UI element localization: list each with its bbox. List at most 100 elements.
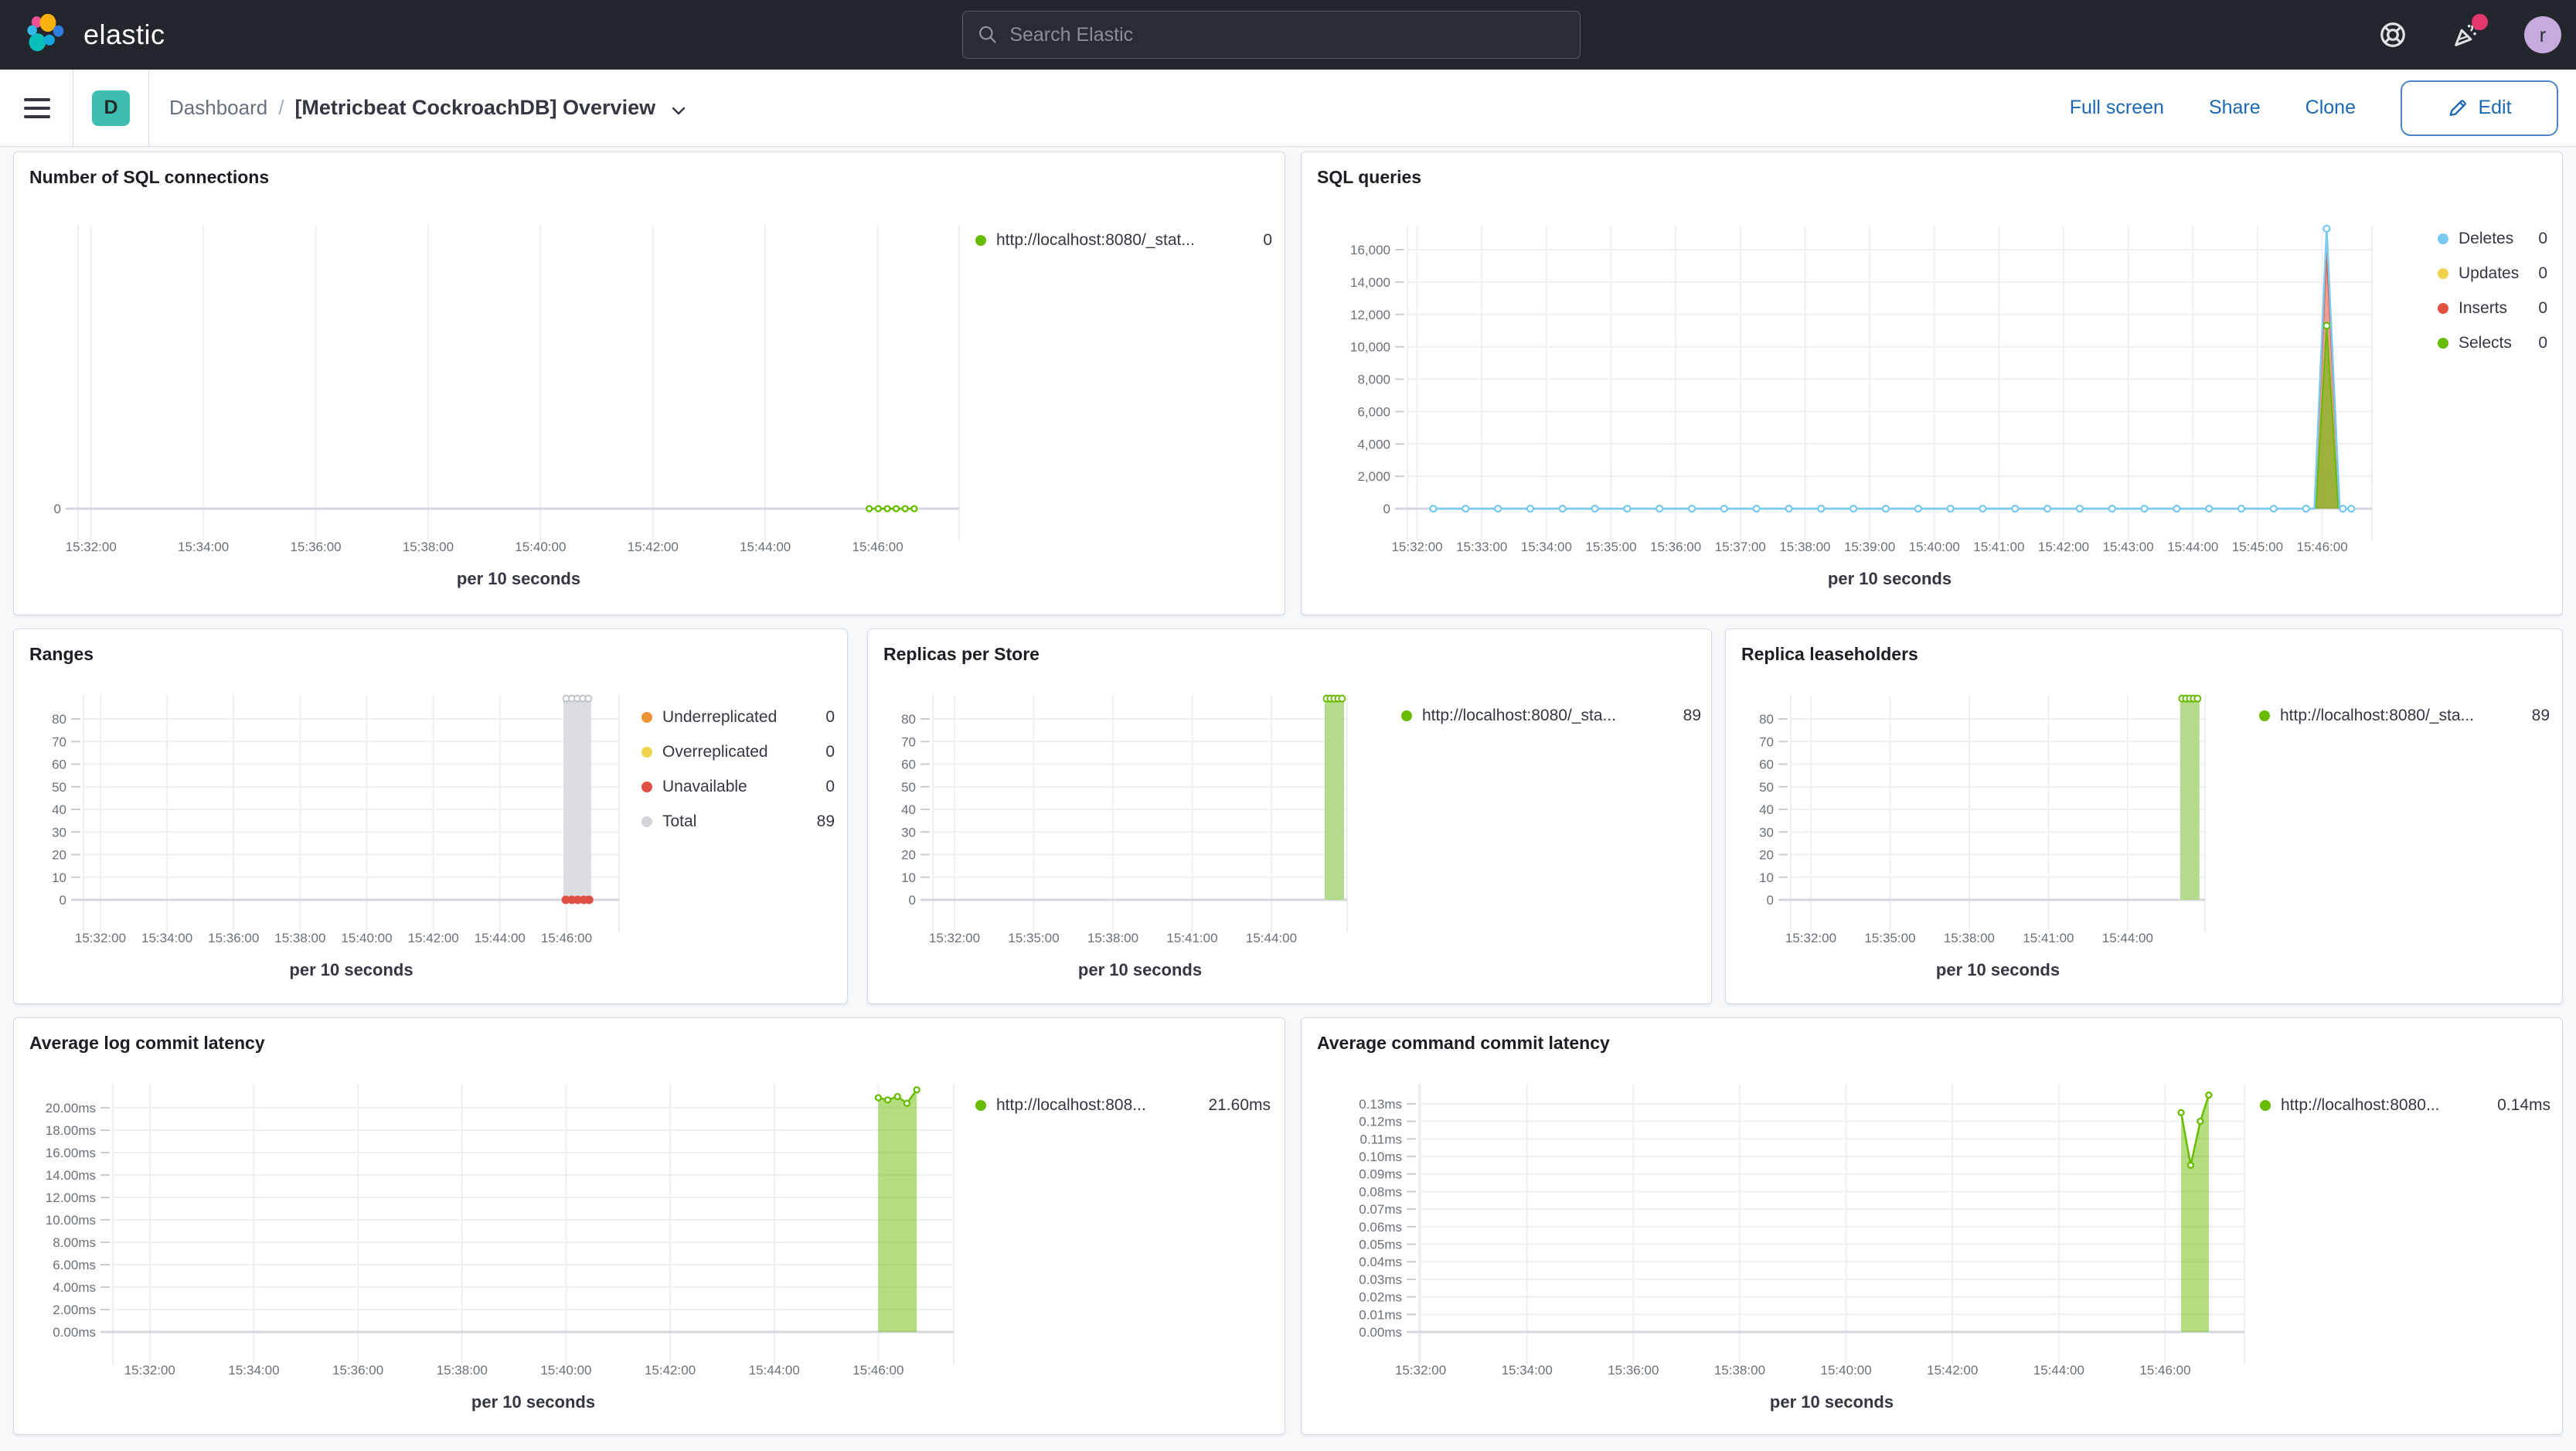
chart-canvas[interactable]: 0.00ms 0.01ms 0.02ms 0.03ms 0.04ms 0.05ms 0.06… [1302,1018,2562,1434]
chart-canvas[interactable]: 0 15:32:00 15:34:00 15:36:00 15:38:00 15:40:0… [14,152,1285,615]
elastic-home-link[interactable]: elastic [0,11,165,59]
menu-button[interactable] [0,97,50,118]
x-tick-label: 15:38:00 [403,540,454,554]
panel-replica-leaseholders: 0 10 20 30 40 50 60 70 80 15:32:00 15:35:00 15:38:0… [1725,628,2563,1004]
legend-swatch [641,712,652,723]
full-screen-button[interactable]: Full screen [2070,97,2164,119]
x-axis-title: per 10 seconds [457,569,580,588]
x-tick-label: 15:44:00 [1246,931,1297,945]
edit-button[interactable]: Edit [2401,80,2558,136]
legend-item[interactable]: http://localhost:8080/_sta... 89 [1401,705,1701,727]
legend-item[interactable]: Deletes 0 [2438,228,2547,250]
x-axis: 15:32:00 15:33:00 15:34:00 15:35:00 15:36:00… [1391,540,2347,588]
legend-item[interactable]: http://localhost:8080... 0.14ms [2260,1095,2550,1116]
y-axis: 0.00ms 0.01ms 0.02ms 0.03ms 0.04ms 0.05ms 0.06… [1359,1097,1402,1340]
legend-item[interactable]: Selects 0 [2438,332,2547,354]
chart-canvas[interactable]: 0 10 20 30 40 50 60 70 80 15:32:00 15:35:00 15:38:0… [1726,629,2562,1003]
page-title: [Metricbeat CockroachDB] Overview [294,96,656,119]
legend-item[interactable]: Overreplicated 0 [641,741,835,763]
elastic-logo-icon [27,13,64,52]
news-feed-icon[interactable] [2451,14,2488,50]
point-marker [2347,504,2356,513]
space-badge[interactable]: D [92,90,130,126]
legend-item[interactable]: Total 89 [641,811,835,833]
legend-item[interactable]: http://localhost:808... 21.60ms [975,1095,1271,1116]
replica-leaseholders-chart[interactable]: 0 10 20 30 40 50 60 70 80 15:32:00 15:35:00 15:38:0… [1726,629,2562,1003]
y-tick-label: 6.00ms [53,1258,96,1272]
command-commit-latency-chart[interactable]: 0.00ms 0.01ms 0.02ms 0.03ms 0.04ms 0.05ms 0.06… [1302,1018,2562,1434]
legend-item[interactable]: Unavailable 0 [641,776,835,798]
point-marker [883,505,891,513]
chevron-down-icon[interactable] [669,101,688,120]
x-tick-label: 15:44:00 [2102,931,2153,945]
brand-name: elastic [83,19,165,50]
point-marker [1785,504,1793,513]
point-marker [1656,504,1664,513]
share-button[interactable]: Share [2209,97,2261,119]
panel-replicas-per-store: 0 10 20 30 40 50 60 70 80 15:32:00 15:35:00 15:38:0… [867,628,1712,1004]
x-tick-label: 15:40:00 [1820,1363,1871,1378]
y-tick-label: 0.08ms [1359,1184,1402,1199]
global-search[interactable] [962,11,1581,59]
legend-label: Underreplicated [662,708,778,726]
help-icon[interactable] [2377,19,2408,50]
sql-queries-chart[interactable]: 0 2,000 4,000 6,000 8,000 10,000 12,000 14,000 1… [1302,152,2562,615]
y-axis: 0 2,000 4,000 6,000 8,000 10,000 12,000 14,000 1… [1350,243,1390,516]
series-deletes [1429,224,2356,513]
y-tick-label: 30 [1759,825,1774,840]
legend-item[interactable]: http://localhost:8080/_stat... 0 [975,230,1272,251]
panel-title: Average command commit latency [1317,1033,1610,1053]
legend-item[interactable]: http://localhost:8080/_sta... 89 [2259,705,2550,727]
legend-value: 89 [816,812,835,830]
y-tick-label: 40 [52,802,66,817]
log-commit-latency-chart[interactable]: 0.00ms 2.00ms 4.00ms 6.00ms 8.00ms 10.00ms 12.… [14,1018,1285,1434]
legend-item[interactable]: Inserts 0 [2438,298,2547,319]
y-tick-label: 0.07ms [1359,1202,1402,1217]
panel-number-of-sql-connections: 0 15:32:00 15:34:00 15:36:00 15:38:00 15:40:0… [13,152,1285,615]
y-tick-label: 0.06ms [1359,1220,1402,1235]
y-tick-label: 20 [52,848,66,863]
x-tick-label: 15:36:00 [1608,1363,1659,1378]
replicas-per-store-chart[interactable]: 0 10 20 30 40 50 60 70 80 15:32:00 15:35:00 15:38:0… [868,629,1711,1003]
panel-title: Ranges [29,644,94,664]
legend-swatch [2259,710,2270,721]
chart-canvas[interactable]: 0.00ms 2.00ms 4.00ms 6.00ms 8.00ms 10.00ms 12.… [14,1018,1285,1434]
legend-item[interactable]: Underreplicated 0 [641,707,835,728]
legend-value: 0 [2538,264,2547,282]
y-tick-label: 16.00ms [46,1146,96,1160]
search-input[interactable] [1009,23,1566,46]
user-avatar[interactable]: r [2524,16,2561,53]
x-axis: 15:32:00 15:34:00 15:36:00 15:38:00 15:40:00… [66,540,903,588]
y-tick-label: 30 [52,825,66,840]
y-axis: 0 10 20 30 40 50 60 70 80 [52,712,66,908]
chart-canvas[interactable]: 0 2,000 4,000 6,000 8,000 10,000 12,000 14,000 1… [1302,152,2562,615]
x-tick-label: 15:46:00 [852,540,903,554]
x-tick-label: 15:36:00 [332,1363,383,1378]
clone-button[interactable]: Clone [2305,97,2356,119]
x-tick-label: 15:40:00 [341,931,392,945]
series-leaseholders [2178,694,2202,900]
x-tick-label: 15:39:00 [1844,540,1895,554]
x-tick-label: 15:36:00 [208,931,259,945]
x-tick-label: 15:44:00 [2167,540,2218,554]
y-tick-label: 10,000 [1350,340,1390,355]
y-tick-label: 0 [1767,893,1774,908]
chart-legend: http://localhost:8080/_sta... 89 [2259,705,2550,727]
x-tick-label: 15:32:00 [929,931,980,945]
x-tick-label: 15:32:00 [1785,931,1836,945]
toolbar-actions: Full screen Share Clone Edit [2070,80,2576,136]
chart-canvas[interactable]: 0 10 20 30 40 50 60 70 80 15:32:00 15:35:00 15:38:0… [868,629,1711,1003]
breadcrumb-dashboard-link[interactable]: Dashboard [169,96,267,120]
x-tick-label: 15:40:00 [540,1363,591,1378]
point-marker [874,1094,883,1102]
chart-legend: http://localhost:8080/_stat... 0 [975,230,1272,251]
legend-item[interactable]: Updates 0 [2438,263,2547,284]
grid [66,225,960,541]
grid [100,1084,955,1364]
x-axis: 15:32:00 15:34:00 15:36:00 15:38:00 15:40:00… [1395,1363,2191,1412]
legend-swatch [641,782,652,792]
legend-label: http://localhost:808... [996,1096,1146,1114]
x-tick-label: 15:41:00 [1973,540,2024,554]
x-axis-title: per 10 seconds [471,1392,595,1412]
sql-connections-chart[interactable]: 0 15:32:00 15:34:00 15:36:00 15:38:00 15:40:0… [14,152,1285,615]
